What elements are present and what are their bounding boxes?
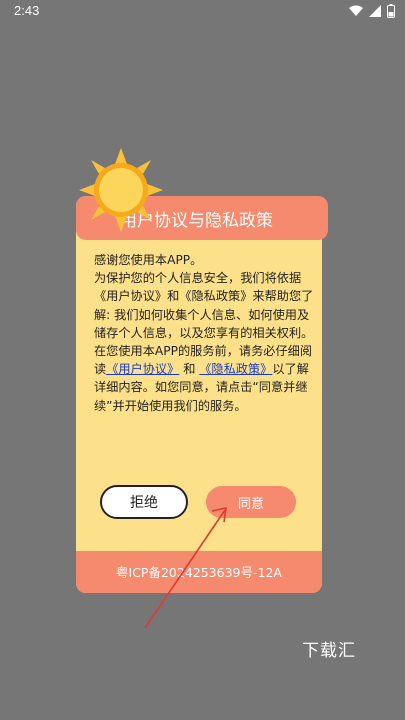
- privacy-paragraph: 为保护您的个人信息安全，我们将依据《用户协议》和《隐私政策》来帮助您了解: 我们…: [94, 271, 314, 340]
- wifi-icon: [349, 5, 363, 16]
- agree-button[interactable]: 同意: [206, 486, 296, 518]
- read-paragraph: 在您使用本APP的服务前，请务必仔细阅读《用户协议》 和 《隐私政策》以了解详细…: [94, 342, 319, 415]
- sun-icon: [79, 148, 163, 232]
- user-agreement-link[interactable]: 《用户协议》: [106, 362, 179, 376]
- status-icons: [349, 4, 395, 18]
- watermark-text: 下载汇: [302, 641, 356, 661]
- status-time: 2:43: [14, 3, 40, 18]
- signal-icon: [369, 5, 381, 17]
- dialog-body: 感谢您使用本APP。 为保护您的个人信息安全，我们将依据《用户协议》和《隐私政策…: [94, 251, 319, 415]
- privacy-policy-link[interactable]: 《隐私政策》: [199, 362, 272, 376]
- battery-icon: [387, 4, 395, 18]
- privacy-dialog: 用户协议与隐私政策 感谢您使用本APP。 为保护您的个人信息安全，我们将依据《用…: [76, 196, 328, 593]
- and-text: 和: [183, 362, 196, 377]
- icp-number: 粤ICP备2024253639号-12A: [116, 565, 282, 580]
- status-bar: 2:43: [0, 0, 405, 24]
- dialog-footer: 粤ICP备2024253639号-12A: [76, 551, 322, 593]
- intro-text: 感谢您使用本APP。: [94, 253, 203, 267]
- reject-button[interactable]: 拒绝: [100, 485, 188, 519]
